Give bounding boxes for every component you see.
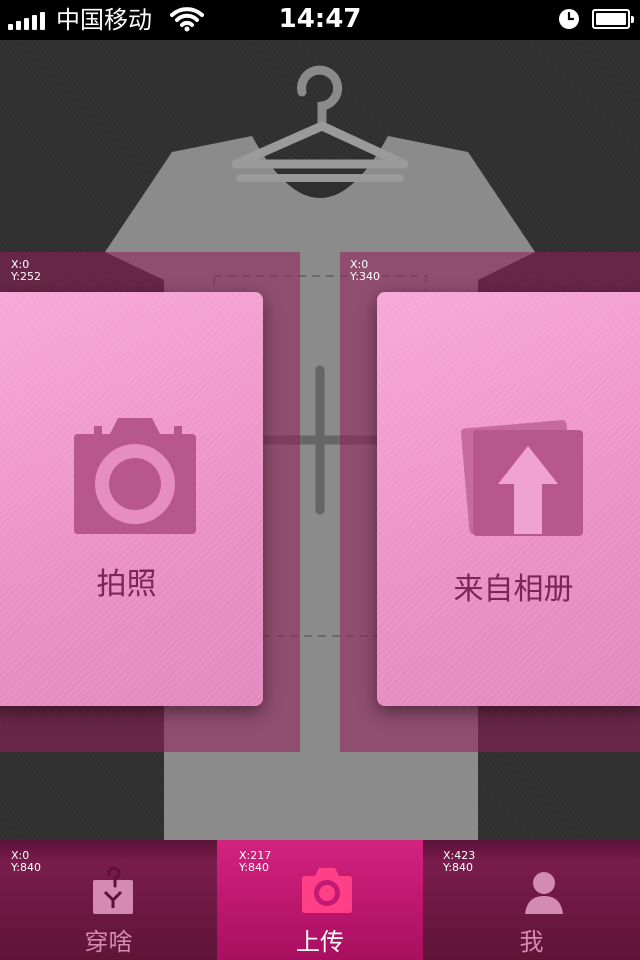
tab-upload-label: 上传 — [296, 928, 344, 956]
tab-bar: X:0 Y:840 穿啥 X:217 Y:840 上传 X:423 Y:840 … — [0, 840, 640, 960]
from-album-label: 来自相册 — [453, 572, 574, 607]
upload-photo-icon — [460, 420, 583, 536]
coord-label-tab-3: X:423 Y:840 — [443, 849, 476, 874]
hanger-tag-icon — [93, 866, 133, 914]
battery-icon — [592, 9, 634, 29]
tab-outfit-label: 穿啥 — [84, 928, 133, 956]
coord-label-left: X:0 Y:252 — [11, 258, 41, 283]
tab-me-label: 我 — [519, 928, 544, 956]
take-photo-label: 拍照 — [96, 567, 157, 602]
coord-label-tab-1: X:0 Y:840 — [11, 849, 41, 874]
take-photo-card[interactable]: 拍照 — [0, 292, 263, 706]
camera-icon — [302, 868, 352, 913]
coord-label-tab-2: X:217 Y:840 — [239, 849, 272, 874]
tab-me[interactable]: X:423 Y:840 我 — [423, 840, 640, 960]
tab-outfit[interactable]: X:0 Y:840 穿啥 — [0, 840, 217, 960]
tab-upload[interactable]: X:217 Y:840 上传 — [217, 840, 423, 960]
alarm-clock-icon — [559, 9, 579, 29]
camera-icon — [74, 418, 196, 534]
coord-label-right: X:0 Y:340 — [350, 258, 380, 283]
from-album-card[interactable]: 来自相册 — [377, 292, 640, 706]
status-time: 14:47 — [278, 4, 362, 34]
status-bar: 中国移动 14:47 — [0, 0, 640, 40]
user-icon — [525, 872, 563, 914]
